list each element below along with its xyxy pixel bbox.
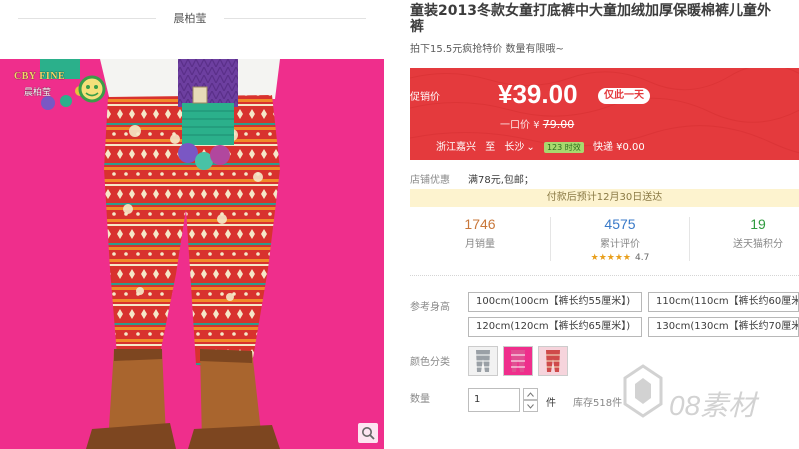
sales-stats: 1746 月销量 4575 累计评价 ★★★★★ 4.7 19 送天猫积分 <box>410 215 799 270</box>
monthly-sales-label: 月销量 <box>465 239 495 250</box>
product-main-image[interactable]: CBY FINE 晨柏莹 <box>0 59 384 449</box>
ship-from: 浙江嘉兴 <box>436 142 476 153</box>
color-swatch-grey[interactable] <box>468 346 498 376</box>
delivery-estimate: 付款后预计12月30日送达 <box>410 189 799 207</box>
size-option-120[interactable]: 120cm(120cm【裤长约65厘米】) <box>468 317 642 337</box>
total-reviews[interactable]: 4575 累计评价 ★★★★★ 4.7 <box>550 215 690 263</box>
product-gallery: 晨柏莹 CBY FINE 晨柏莹 <box>0 0 384 449</box>
product-title: 童装2013冬款女童打底裤中大童加绒加厚保暖棉裤儿童外 <box>410 3 771 19</box>
chevron-down-icon: ⌄ <box>526 142 535 153</box>
rating-stars: ★★★★★ 4.7 <box>550 253 690 263</box>
original-price: 一口价 ¥ 79.00 <box>500 116 574 131</box>
total-reviews-value: 4575 <box>604 216 636 232</box>
site-watermark: 08素材 <box>617 356 799 446</box>
tmall-points[interactable]: 19 送天猫积分 <box>688 215 799 250</box>
rating-score: 4.7 <box>635 253 650 263</box>
pink-leggings-thumbnail <box>504 347 532 375</box>
store-promotion-label: 店铺优惠 <box>410 175 450 186</box>
quantity-unit: 件 <box>546 398 556 409</box>
original-price-label: 一口价 <box>500 120 530 131</box>
brand-logo-text-en: CBY FINE <box>14 71 66 82</box>
total-reviews-label: 累计评价 <box>600 239 640 250</box>
quantity-label: 数量 <box>410 394 430 405</box>
promo-price-label: 促销价 <box>410 92 440 103</box>
tmall-points-label: 送天猫积分 <box>733 239 783 250</box>
stock-count: 库存518件 <box>573 398 623 409</box>
product-title-continued: 裤 <box>410 19 424 35</box>
quantity-decrease-button[interactable] <box>523 400 538 412</box>
store-promotion-value: 满78元,包邮； <box>468 175 534 186</box>
one-day-only-badge: 仅此一天 <box>598 88 650 104</box>
brand-logo: CBY FINE 晨柏莹 <box>14 69 106 105</box>
ship-destination: 长沙 <box>504 142 525 153</box>
size-option-100[interactable]: 100cm(100cm【裤长约55厘米】) <box>468 292 642 312</box>
color-option-label: 颜色分类 <box>410 357 450 368</box>
red-leggings-thumbnail <box>539 347 567 375</box>
leggings-photo <box>0 59 384 449</box>
brand-divider-left <box>18 18 156 19</box>
tmall-points-value: 19 <box>750 216 766 232</box>
brand-logo-text-cn: 晨柏莹 <box>24 88 52 98</box>
section-divider <box>410 275 799 276</box>
height-option-label: 参考身高 <box>410 302 450 313</box>
product-subtitle: 拍下15.5元疯抢特价 数量有限哦~ <box>410 44 564 55</box>
original-price-value: 79.00 <box>542 118 575 131</box>
store-promotion: 店铺优惠 满78元,包邮； <box>410 166 799 188</box>
zoom-button[interactable] <box>358 423 378 443</box>
shop-brand-name[interactable]: 晨柏莹 <box>156 10 224 26</box>
size-option-110[interactable]: 110cm(110cm【裤长约60厘米】) <box>648 292 799 312</box>
ship-destination-selector[interactable]: 长沙 ⌄ <box>504 142 534 153</box>
shipping-cost: 快递 ¥0.00 <box>592 142 645 153</box>
stat-divider <box>550 217 551 261</box>
original-price-currency: ¥ <box>533 120 540 131</box>
monthly-sales[interactable]: 1746 月销量 <box>410 215 550 250</box>
shipping-info: 浙江嘉兴 至 长沙 ⌄ 123 时效 快递 ¥0.00 <box>436 138 651 153</box>
grey-leggings-thumbnail <box>469 347 497 375</box>
chevron-down-icon <box>527 403 534 409</box>
color-swatch-red[interactable] <box>538 346 568 376</box>
brand-divider-right <box>224 18 366 19</box>
ship-to-word: 至 <box>485 142 496 153</box>
brand-bar: 晨柏莹 <box>0 0 384 38</box>
chevron-up-icon <box>527 391 534 397</box>
promo-price: ¥39.00 <box>498 79 578 109</box>
monthly-sales-value: 1746 <box>464 216 496 232</box>
star-rating-icons: ★★★★★ <box>590 253 631 263</box>
magnifier-icon <box>362 427 375 440</box>
quantity-input[interactable]: 1 <box>468 388 520 412</box>
watermark-text: 08素材 <box>669 390 757 421</box>
delivery-speed-tag: 123 时效 <box>543 142 584 153</box>
quantity-increase-button[interactable] <box>523 388 538 400</box>
size-option-130[interactable]: 130cm(130cm【裤长约70厘米】) <box>648 317 799 337</box>
price-panel: 促销价 ¥39.00 仅此一天 一口价 ¥ 79.00 浙江嘉兴 至 长沙 ⌄ 1… <box>410 68 799 160</box>
color-swatch-pink[interactable] <box>503 346 533 376</box>
